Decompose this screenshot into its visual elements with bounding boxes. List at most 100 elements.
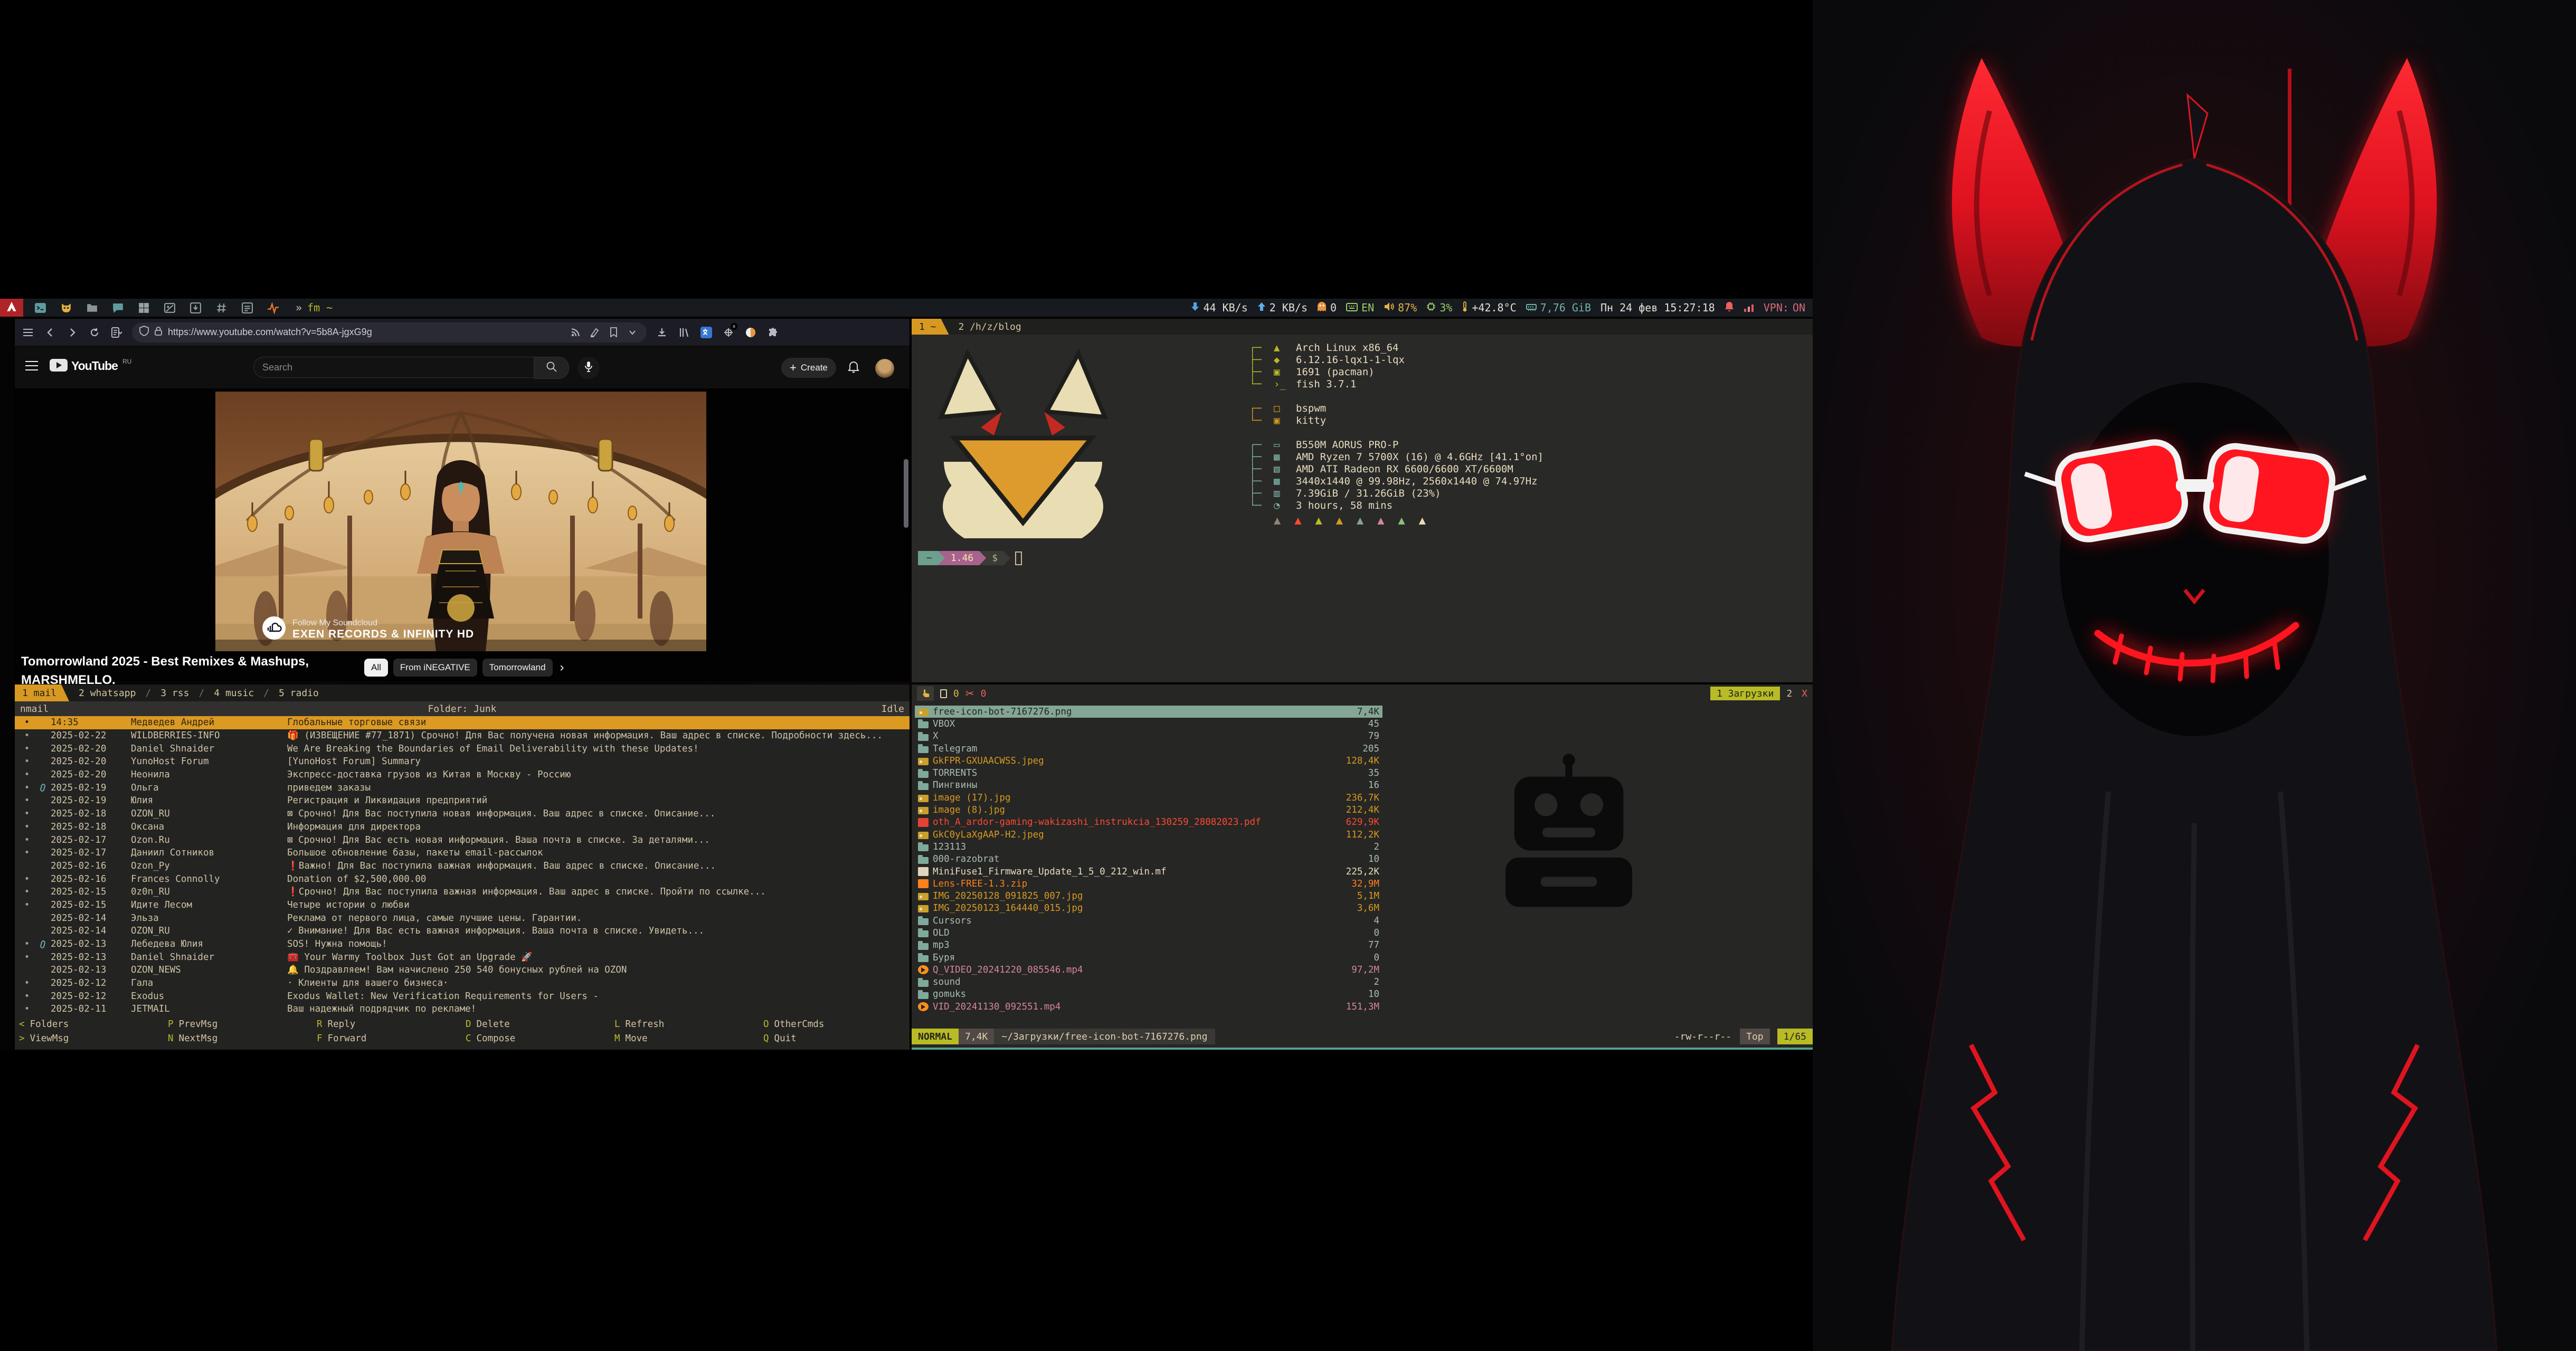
file-row[interactable]: IMG_20250123_164440_015.jpg3,6M <box>915 902 1382 915</box>
file-row[interactable]: Пингвины16 <box>915 779 1382 792</box>
file-row[interactable]: Буря0 <box>915 952 1382 964</box>
mail-row[interactable]: •2025-02-13Daniel Shnaider🧰 Your Warmy T… <box>15 950 910 964</box>
voice-search-button[interactable] <box>577 357 600 379</box>
file-row[interactable]: IMG_20250128_091825_007.jpg5,1M <box>915 890 1382 902</box>
mail-row[interactable]: •2025-02-12ExodusExodus Wallet: New Veri… <box>15 990 910 1003</box>
menu-icon[interactable] <box>21 326 35 339</box>
files-tab-2[interactable]: 2 <box>1786 688 1792 699</box>
mail-row[interactable]: •2025-02-20YunoHost Forum[YunoHost Forum… <box>15 755 910 768</box>
chips-more-icon[interactable]: › <box>560 660 564 675</box>
mail-row[interactable]: •2025-02-16Frances ConnollyDonation of $… <box>15 872 910 886</box>
mail-row[interactable]: •2025-02-17Даниил СотниковБольшое обновл… <box>15 846 910 860</box>
file-row[interactable]: oth_A_ardor-gaming-wakizashi_instrukcia_… <box>915 816 1382 829</box>
file-row[interactable]: 000-razobrat10 <box>915 853 1382 865</box>
file-row[interactable]: Q_VIDEO_20241220_085546.mp497,2M <box>915 964 1382 976</box>
create-button[interactable]: + Create <box>781 358 836 378</box>
mail-row[interactable]: •2025-02-19Ольгаприведем заказы <box>15 781 910 794</box>
file-row[interactable]: gomuks10 <box>915 988 1382 1001</box>
mail-row[interactable]: •2025-02-19ЮлияРегистрация и Ликвидация … <box>15 794 910 807</box>
terminal-tab[interactable]: 2 /h/z/blog <box>959 321 1021 332</box>
help-forward[interactable]: FForward <box>312 1033 461 1044</box>
workspace-windows-icon[interactable] <box>137 301 150 315</box>
launcher-button[interactable] <box>0 299 23 317</box>
video-player[interactable]: Follow My Soundcloud EXEN RECORDS & INFI… <box>215 392 706 651</box>
file-row[interactable]: 1231132 <box>915 841 1382 853</box>
file-row[interactable]: MiniFuse1_Firmware_Update_1_5_0_212_win.… <box>915 865 1382 878</box>
file-row[interactable]: sound2 <box>915 976 1382 988</box>
workspace-screenshot-icon[interactable] <box>163 301 176 315</box>
highlighter-icon[interactable] <box>588 326 601 339</box>
mail-row[interactable]: •2025-02-20Daniel ShnaiderWe Are Breakin… <box>15 742 910 755</box>
file-row[interactable]: mp377 <box>915 939 1382 952</box>
file-row[interactable]: image (8).jpg212,4K <box>915 804 1382 816</box>
help-viewmsg[interactable]: >ViewMsg <box>15 1033 164 1044</box>
file-row[interactable]: image (17).jpg236,7K <box>915 792 1382 804</box>
workspace-activity-icon[interactable] <box>267 301 280 315</box>
help-folders[interactable]: <Folders <box>15 1019 164 1030</box>
mail-tab[interactable]: 1 mail <box>15 684 69 701</box>
mail-tab[interactable]: 4 music <box>214 688 254 699</box>
clock[interactable]: Пн 24 фев 15:27:18 <box>1600 301 1715 314</box>
file-row[interactable]: VID_20241130_092551.mp4151,3M <box>915 1001 1382 1013</box>
search-button[interactable] <box>534 357 569 379</box>
mail-tab[interactable]: 3 rss <box>160 688 189 699</box>
library-icon[interactable] <box>677 326 691 339</box>
file-row[interactable]: Cursors4 <box>915 915 1382 927</box>
mail-row[interactable]: •14:35Медведев АндрейГлобальные торговые… <box>15 716 910 729</box>
help-compose[interactable]: CCompose <box>461 1033 610 1044</box>
shield-icon[interactable] <box>139 326 149 339</box>
translate-icon[interactable] <box>699 326 713 339</box>
mail-row[interactable]: •2025-02-13Лебедева ЮлияSOS! Нужна помощ… <box>15 938 910 951</box>
workspace-chat-icon[interactable] <box>111 301 125 315</box>
mail-row[interactable]: •2025-02-18ОксанаИнформация для директор… <box>15 821 910 834</box>
help-refresh[interactable]: LRefresh <box>610 1019 759 1030</box>
file-row[interactable]: Telegram205 <box>915 743 1382 755</box>
bookmark-icon[interactable] <box>607 326 620 339</box>
workspace-terminal-icon[interactable] <box>34 301 47 315</box>
workspace-download-icon[interactable] <box>189 301 202 315</box>
workspace-list-icon[interactable] <box>241 301 254 315</box>
rss-icon[interactable] <box>569 326 582 339</box>
files-tab-close[interactable]: X <box>1802 688 1807 699</box>
notifications-counter[interactable]: 0 <box>1317 301 1337 315</box>
file-row[interactable]: X79 <box>915 730 1382 743</box>
help-nextmsg[interactable]: NNextMsg <box>164 1033 312 1044</box>
help-prevmsg[interactable]: PPrevMsg <box>164 1019 312 1030</box>
lock-icon[interactable] <box>154 326 163 339</box>
file-row[interactable]: OLD0 <box>915 927 1382 939</box>
screenshot-tool-icon[interactable]: x <box>722 326 735 339</box>
back-button[interactable] <box>43 326 57 339</box>
filter-chip[interactable]: Tomorrowland <box>482 659 553 677</box>
help-delete[interactable]: DDelete <box>461 1019 610 1030</box>
help-quit[interactable]: QQuit <box>759 1033 908 1044</box>
vpn-status[interactable]: VPN:ON <box>1764 301 1805 314</box>
file-row[interactable]: GkC0yLaXgAAP-H2.jpeg112,2K <box>915 829 1382 841</box>
mail-row[interactable]: •2025-02-150z0n_RU❗Срочно! Для Вас посту… <box>15 886 910 899</box>
workspace-hash-icon[interactable] <box>215 301 228 315</box>
mail-row[interactable]: •2025-02-12Гала· Клиенты для вашего бизн… <box>15 977 910 990</box>
file-row[interactable]: Lens-FREE-1.3.zip32,9M <box>915 878 1382 890</box>
reload-button[interactable] <box>88 326 101 339</box>
proxy-icon[interactable] <box>744 326 757 339</box>
volume[interactable]: 87% <box>1384 301 1417 314</box>
avatar[interactable] <box>875 359 894 378</box>
mail-row[interactable]: •2025-02-20НеонилаЭкспресс-доставка груз… <box>15 768 910 782</box>
youtube-notifications-icon[interactable] <box>848 361 859 376</box>
mail-row[interactable]: 2025-02-16Ozon_Py❗Важно! Для Вас поступи… <box>15 860 910 873</box>
workspace-folder-icon[interactable] <box>86 301 99 315</box>
help-move[interactable]: MMove <box>610 1033 759 1044</box>
extensions-icon[interactable] <box>766 326 780 339</box>
keyboard-layout[interactable]: EN <box>1346 301 1374 314</box>
shell-prompt[interactable]: ~ 1.46 $ <box>918 551 1022 565</box>
reader-view-icon[interactable] <box>110 326 124 339</box>
youtube-logo[interactable]: YouTube RU <box>50 359 131 373</box>
mail-row[interactable]: 2025-02-13OZON_NEWS🔔 Поздравляем! Вам на… <box>15 964 910 977</box>
search-input[interactable]: Search <box>253 357 534 378</box>
notification-bell[interactable] <box>1725 301 1734 315</box>
mail-tab[interactable]: 5 radio <box>279 688 319 699</box>
mail-row[interactable]: •2025-02-15Идите ЛесомЧетыре истории о л… <box>15 899 910 912</box>
help-othercmds[interactable]: OOtherCmds <box>759 1019 908 1030</box>
mail-row[interactable]: •2025-02-18OZON_RU⊠ Срочно! Для Вас пост… <box>15 807 910 821</box>
mail-row[interactable]: •2025-02-17Ozon.Ru⊠ Срочно! Для Вас есть… <box>15 833 910 846</box>
bookmark-caret-icon[interactable] <box>626 326 639 339</box>
